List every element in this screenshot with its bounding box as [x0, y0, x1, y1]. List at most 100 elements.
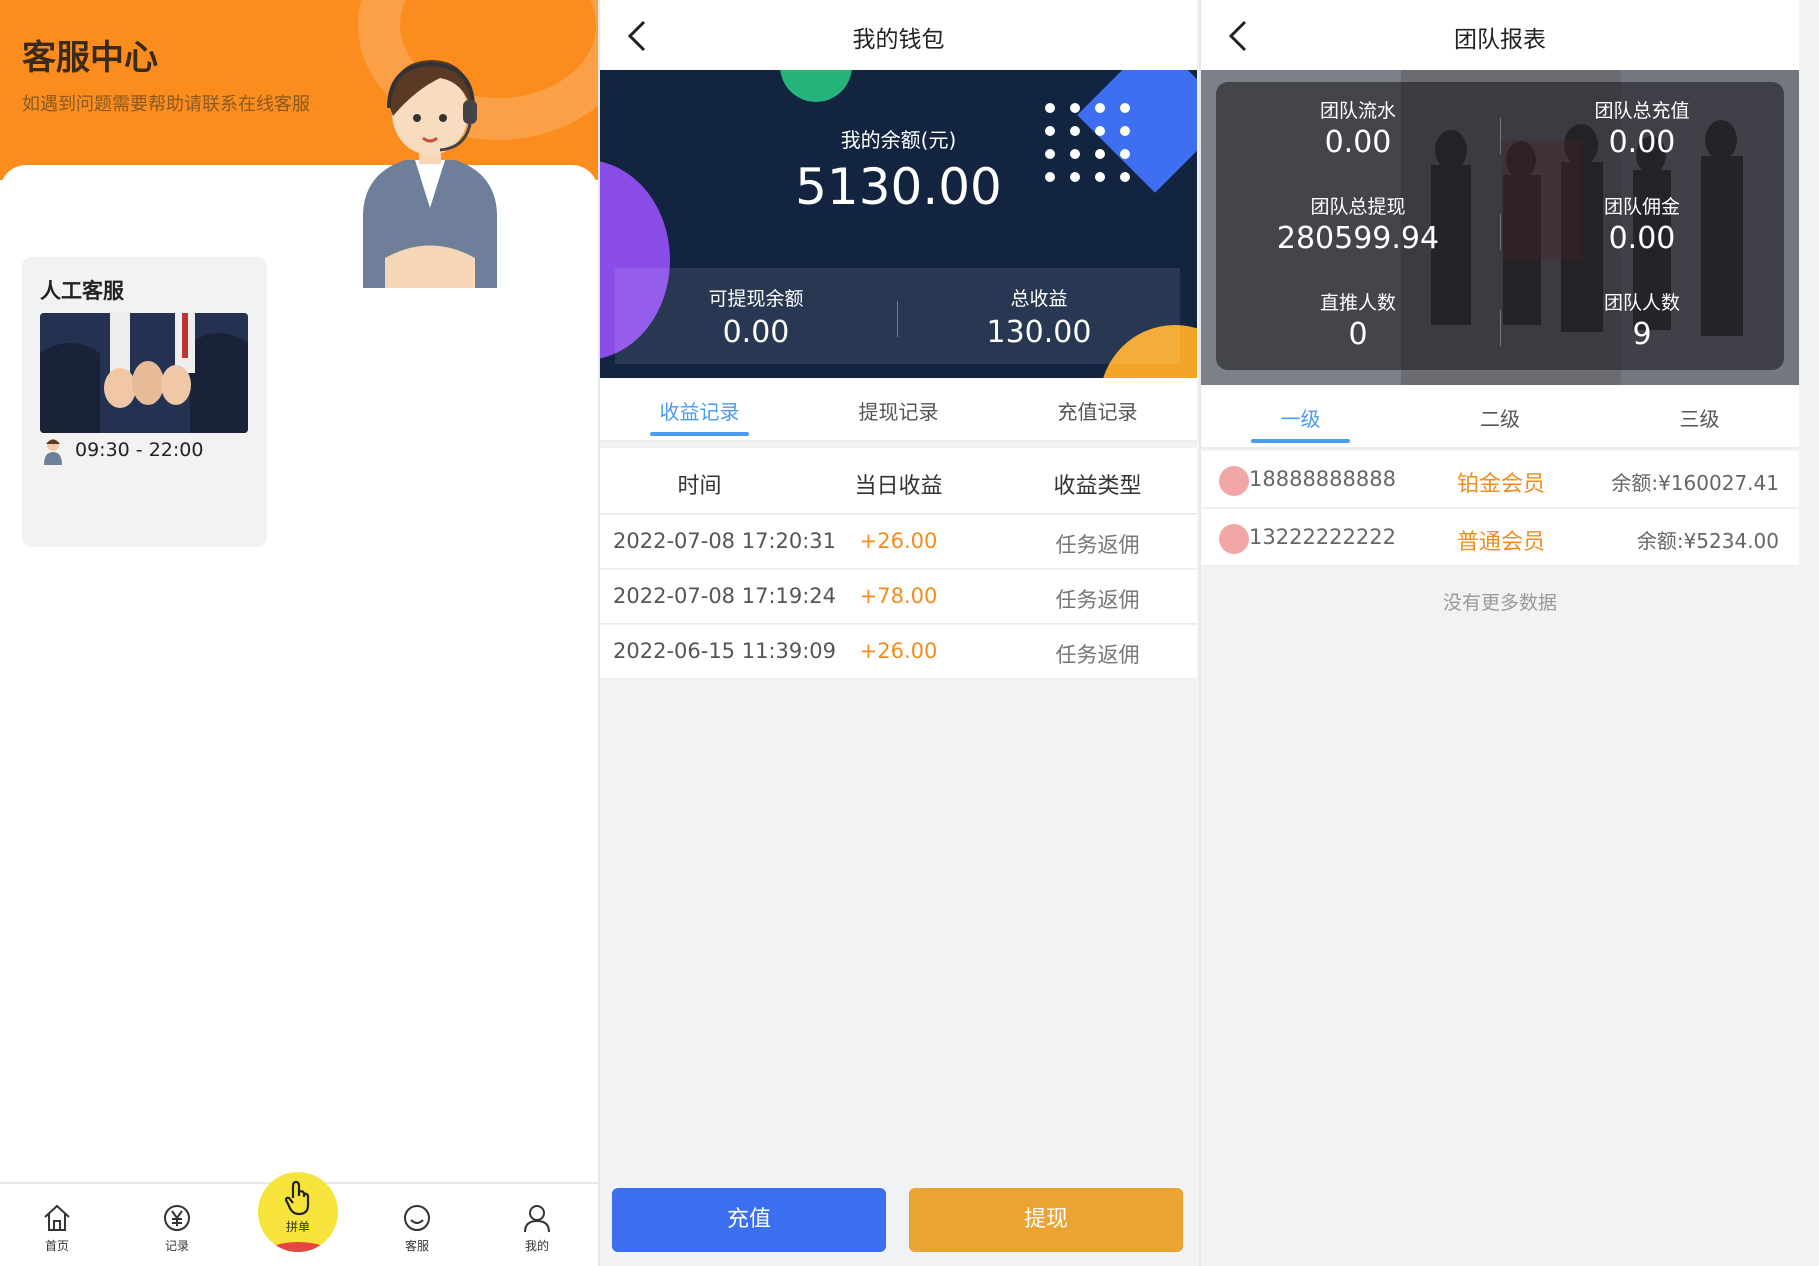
balance-summary: 可提现余额 0.00 总收益 130.00 [615, 268, 1180, 364]
withdrawable-label: 可提现余额 [708, 288, 804, 310]
record-amount: +78.00 [859, 584, 938, 608]
tab-level-2[interactable]: 二级 [1400, 403, 1600, 432]
table-row: 2022-07-08 17:20:31 +26.00 任务返佣 [600, 515, 1197, 569]
stat-separator [1500, 214, 1501, 250]
member-level: 铂金会员 [1456, 472, 1545, 497]
stat-value: 0.00 [1324, 125, 1392, 160]
stat-separator [1500, 310, 1501, 346]
table-row: 2022-07-08 17:19:24 +78.00 任务返佣 [600, 570, 1197, 624]
wallet-navbar: 我的钱包 [600, 0, 1197, 70]
tab-center-decoration [268, 1242, 328, 1252]
stat-separator [1500, 118, 1501, 154]
active-tab-indicator [650, 432, 749, 436]
tab-home-label: 首页 [44, 1239, 69, 1253]
withdrawable-block: 可提现余额 0.00 [615, 284, 897, 350]
team-navbar: 团队报表 [1201, 0, 1799, 70]
service-agent-illustration [363, 60, 497, 288]
tab-mine-label: 我的 [524, 1239, 549, 1253]
tab-recharge-record[interactable]: 充值记录 [998, 396, 1197, 425]
member-phone: 13222222222 [1249, 525, 1396, 549]
tab-withdraw-record[interactable]: 提现记录 [799, 396, 998, 425]
stat-label: 直推人数 [1319, 292, 1396, 314]
balance-amount: 5130.00 [795, 158, 1002, 216]
team-stats-card: 团队流水 0.00 团队总充值 0.00 团队总提现 280599.94 团队佣… [1216, 82, 1784, 370]
member-level: 普通会员 [1456, 530, 1545, 555]
manual-service-title: 人工客服 [40, 279, 124, 303]
member-balance: 余额:¥5234.00 [1636, 529, 1779, 553]
user-icon [524, 1205, 550, 1233]
stat-value: 0.00 [1608, 125, 1676, 160]
records-header: 时间 当日收益 收益类型 [600, 448, 1197, 514]
record-amount: +26.00 [859, 639, 938, 663]
no-more-data: 没有更多数据 [1442, 592, 1557, 614]
col-daily-earnings: 当日收益 [854, 474, 943, 499]
stat-label: 团队佣金 [1603, 196, 1680, 218]
service-hours: 09:30 - 22:00 [75, 439, 204, 461]
wallet-tabs: 收益记录 提现记录 充值记录 [600, 378, 1197, 442]
manual-service-card[interactable]: 人工客服 09:30 - 22:00 [22, 257, 267, 547]
record-amount: +26.00 [859, 529, 938, 553]
tab-records[interactable]: 记录 [142, 1202, 212, 1254]
member-avatar [1219, 466, 1249, 496]
withdrawable-value: 0.00 [722, 315, 790, 350]
total-earnings-block: 总收益 130.00 [898, 284, 1180, 350]
page-subtitle: 如遇到问题需要帮助请联系在线客服 [22, 94, 310, 115]
page-title: 团队报表 [1454, 27, 1546, 53]
team-report-screen: 团队报表 团队流水 0.00 团队总充值 0.00 团队总提现 280599.9… [1201, 0, 1799, 1266]
service-photo [40, 313, 248, 433]
member-phone: 18888888888 [1249, 467, 1396, 491]
tab-group-order-label: 拼单 [285, 1220, 310, 1234]
yen-record-icon [164, 1205, 190, 1231]
stat-label: 团队总充值 [1594, 100, 1690, 122]
active-tab-indicator [1251, 439, 1350, 443]
member-avatar [1219, 524, 1249, 554]
customer-service-screen: 客服中心 如遇到问题需要帮助请联系在线客服 人工客服 09:30 - 22:00… [0, 0, 598, 1266]
level-tabs: 一级 二级 三级 [1201, 385, 1799, 449]
wallet-screen: 我的钱包 我的余额(元) 5130.00 可提现余额 0.00 总收益 130. [600, 0, 1197, 1266]
tap-hand-icon [284, 1180, 310, 1216]
tab-earnings-record[interactable]: 收益记录 [600, 396, 799, 425]
record-type: 任务返佣 [1055, 588, 1140, 612]
recharge-button[interactable]: 充值 [612, 1188, 886, 1252]
stat-label: 团队流水 [1319, 100, 1396, 122]
list-item[interactable]: 18888888888 铂金会员 余额:¥160027.41 [1201, 451, 1799, 508]
stat-value: 0 [1348, 317, 1368, 352]
tab-home[interactable]: 首页 [22, 1202, 92, 1254]
balance-label: 我的余额(元) [840, 128, 957, 152]
record-type: 任务返佣 [1055, 533, 1140, 557]
table-row: 2022-06-15 11:39:09 +26.00 任务返佣 [600, 625, 1197, 679]
stat-value: 280599.94 [1276, 221, 1440, 256]
col-earnings-type: 收益类型 [1053, 474, 1142, 499]
page-title: 客服中心 [22, 38, 158, 78]
total-earnings-value: 130.00 [986, 315, 1092, 350]
stat-team-size: 团队人数 9 [1500, 288, 1784, 352]
stat-value: 0.00 [1608, 221, 1676, 256]
tab-level-3[interactable]: 三级 [1600, 403, 1799, 432]
total-earnings-label: 总收益 [1010, 288, 1068, 310]
stat-value: 9 [1632, 317, 1652, 352]
tab-level-1[interactable]: 一级 [1201, 403, 1400, 432]
page-title: 我的钱包 [852, 27, 945, 53]
team-stats-banner: 团队流水 0.00 团队总充值 0.00 团队总提现 280599.94 团队佣… [1201, 70, 1799, 385]
deco-circle-green [780, 70, 852, 102]
tab-mine[interactable]: 我的 [502, 1202, 572, 1254]
tab-group-order[interactable]: 拼单 [258, 1172, 338, 1252]
withdraw-button[interactable]: 提现 [909, 1188, 1183, 1252]
stat-team-recharge: 团队总充值 0.00 [1500, 96, 1784, 160]
agent-mini-icon [44, 439, 62, 465]
member-balance: 余额:¥160027.41 [1611, 471, 1779, 495]
stat-label: 团队人数 [1603, 292, 1680, 314]
list-item[interactable]: 13222222222 普通会员 余额:¥5234.00 [1201, 509, 1799, 566]
stat-label: 团队总提现 [1310, 196, 1406, 218]
chat-icon [404, 1205, 430, 1231]
balance-card: 我的余额(元) 5130.00 可提现余额 0.00 总收益 130.00 [600, 70, 1197, 378]
home-icon [44, 1204, 70, 1231]
tab-service-label: 客服 [404, 1239, 429, 1253]
col-time: 时间 [677, 474, 722, 499]
tab-service[interactable]: 客服 [382, 1202, 452, 1254]
tab-records-label: 记录 [164, 1239, 189, 1253]
stat-team-flow: 团队流水 0.00 [1216, 96, 1500, 160]
stat-team-withdraw: 团队总提现 280599.94 [1216, 192, 1500, 256]
stat-direct-referrals: 直推人数 0 [1216, 288, 1500, 352]
stat-team-commission: 团队佣金 0.00 [1500, 192, 1784, 256]
